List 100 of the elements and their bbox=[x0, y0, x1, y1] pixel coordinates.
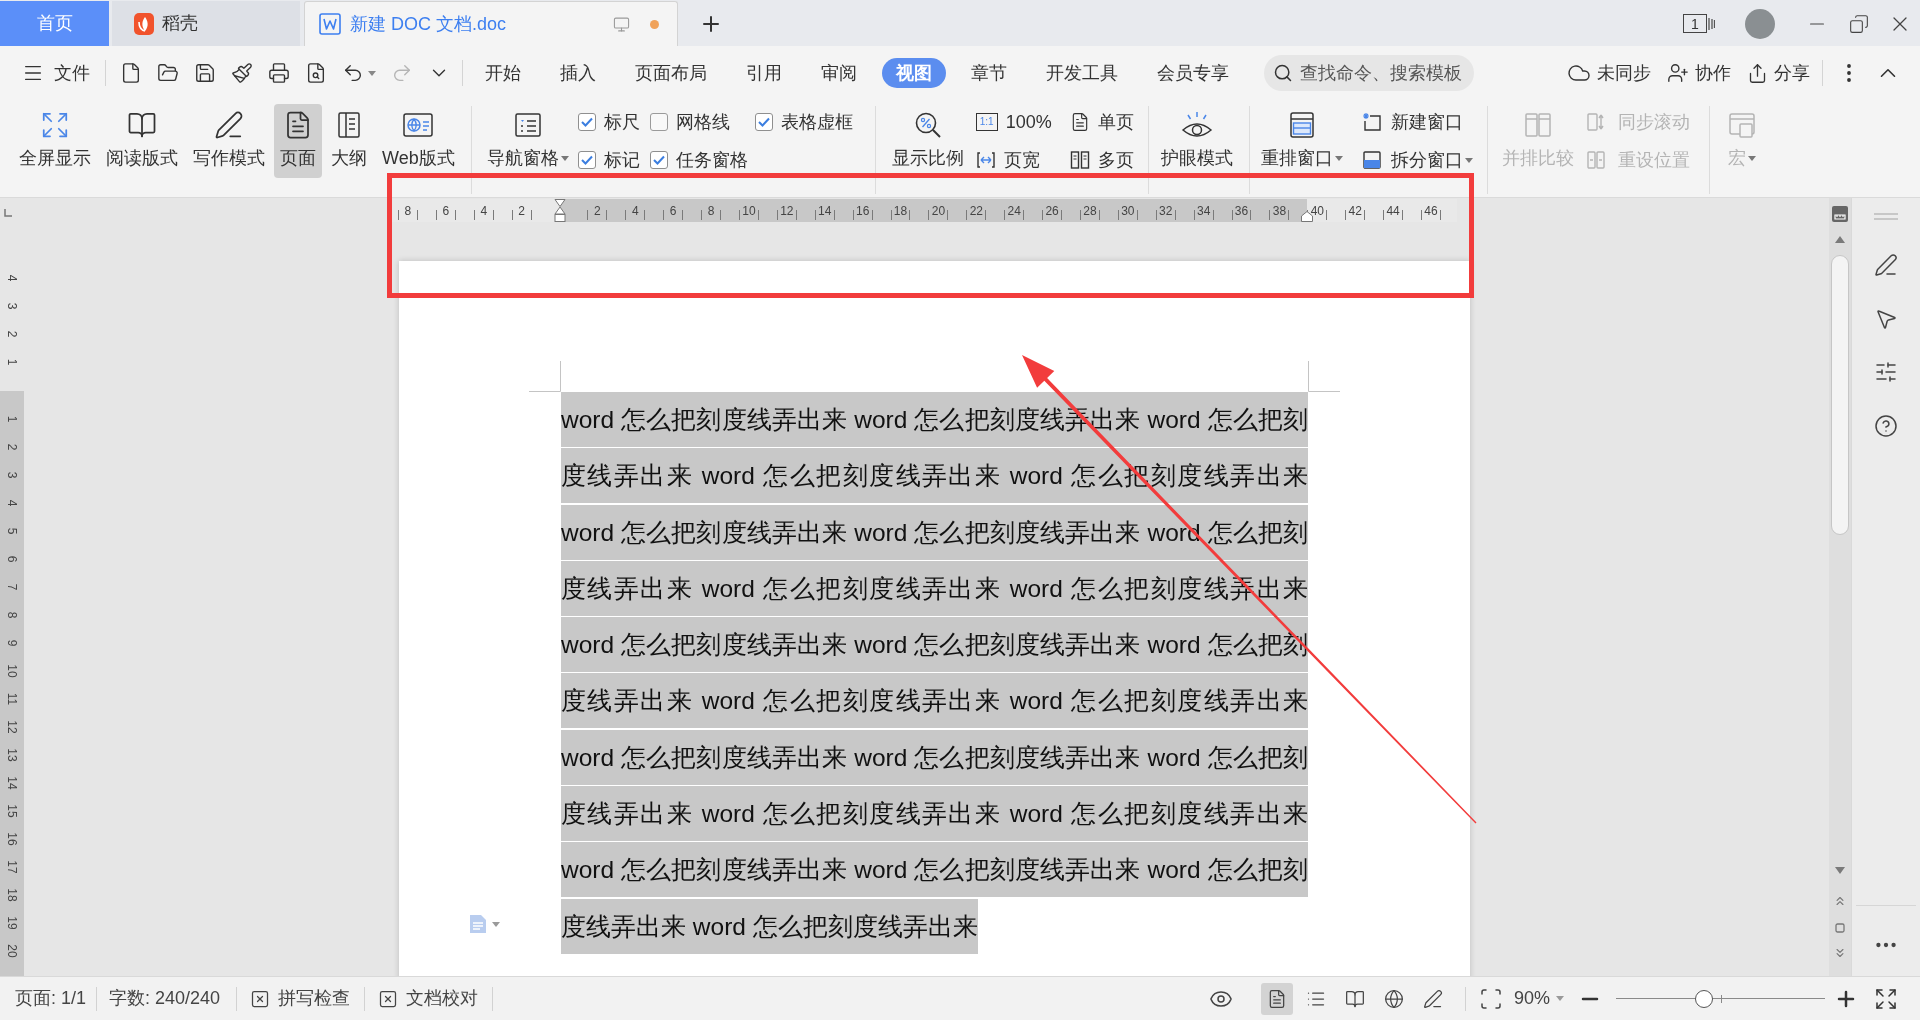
square-icon[interactable] bbox=[1835, 923, 1845, 933]
ruler-number: 8 bbox=[5, 611, 19, 619]
pen-icon[interactable] bbox=[1874, 253, 1898, 277]
caret-icon bbox=[1464, 157, 1473, 163]
folder-icon[interactable] bbox=[157, 62, 179, 84]
checkbox[interactable] bbox=[649, 113, 668, 131]
user-avatar[interactable] bbox=[1745, 8, 1775, 39]
scroll-up-icon[interactable] bbox=[1835, 236, 1845, 243]
ribbon-tab[interactable]: 引用 bbox=[732, 58, 796, 88]
outline-view-button[interactable]: 大纲 bbox=[325, 104, 373, 178]
x-box-icon bbox=[378, 988, 399, 1009]
collaborate-button[interactable]: 协作 bbox=[1667, 59, 1731, 87]
ruler-marker-icon[interactable] bbox=[1301, 211, 1313, 222]
checkbox[interactable] bbox=[577, 151, 596, 169]
multi-page-button[interactable]: 多页 bbox=[1069, 144, 1134, 176]
ruler-number: 2 bbox=[5, 330, 19, 338]
ribbon-tab[interactable]: 页面布局 bbox=[621, 58, 721, 88]
slider-thumb[interactable] bbox=[1694, 989, 1713, 1008]
checkbox[interactable] bbox=[649, 151, 668, 169]
checkbox[interactable] bbox=[754, 113, 773, 131]
hourglass-marker-icon[interactable] bbox=[553, 199, 566, 222]
document-icon bbox=[469, 914, 487, 934]
spell-check-button[interactable]: 拼写检查 bbox=[250, 985, 351, 1012]
crop-mark-icon bbox=[529, 361, 561, 392]
ruler-number: 4 bbox=[5, 274, 19, 282]
ruler-number: 2 bbox=[518, 203, 525, 218]
ribbon-tab[interactable]: 开发工具 bbox=[1032, 58, 1132, 88]
double-chevron-up-icon[interactable] bbox=[1833, 894, 1847, 908]
ruler-number: 5 bbox=[5, 527, 19, 535]
ratio-badge: 1:1 bbox=[975, 113, 998, 131]
checkbox-label[interactable]: 表格虚框 bbox=[780, 112, 853, 132]
sync-button[interactable]: 未同步 bbox=[1567, 59, 1651, 87]
page-magnifier-icon[interactable] bbox=[305, 62, 327, 84]
reading-layout-button[interactable]: 阅读版式 bbox=[100, 104, 184, 178]
ribbon-tab[interactable]: 开始 bbox=[471, 58, 535, 88]
restore-icon[interactable] bbox=[1849, 13, 1869, 34]
ribbon-tab[interactable]: 插入 bbox=[546, 58, 610, 88]
expand-arrows-icon[interactable] bbox=[1874, 986, 1898, 1011]
navigation-pane-button[interactable]: 导航窗格 bbox=[480, 104, 575, 178]
new-window-button[interactable]: 新建窗口 bbox=[1361, 106, 1473, 138]
ruler-number: 28 bbox=[1083, 203, 1097, 218]
checkbox[interactable] bbox=[577, 113, 596, 131]
double-chevron-down-icon[interactable] bbox=[1833, 946, 1847, 960]
undo-icon[interactable] bbox=[342, 62, 364, 84]
eye-protection-button[interactable]: 护眼模式 bbox=[1154, 104, 1239, 178]
checkbox-label[interactable]: 网格线 bbox=[675, 112, 730, 132]
save-icon[interactable] bbox=[194, 62, 216, 84]
document-logo-icon bbox=[319, 13, 341, 35]
ribbon-tab[interactable]: 会员专享 bbox=[1143, 58, 1243, 88]
ruler-number: 14 bbox=[818, 203, 832, 218]
caret-icon bbox=[560, 155, 569, 161]
document-tab[interactable]: 新建 DOC 文档.doc bbox=[304, 1, 678, 46]
single-page-button[interactable]: 单页 bbox=[1069, 106, 1134, 138]
caret-icon bbox=[1556, 996, 1564, 1001]
ruler-number: 6 bbox=[669, 203, 677, 218]
checkbox-label[interactable]: 任务窗格 bbox=[675, 150, 748, 170]
fullscreen-button[interactable]: 全屏显示 bbox=[13, 104, 97, 178]
zoom-ratio-button[interactable]: 显示比例 bbox=[885, 104, 970, 178]
checkmark-icon bbox=[757, 117, 770, 127]
zoom-level-dropdown[interactable]: 90% bbox=[1513, 985, 1564, 1012]
share-button[interactable]: 分享 bbox=[1747, 59, 1810, 87]
help-icon[interactable] bbox=[1874, 414, 1898, 438]
web-layout-button[interactable]: Web版式 bbox=[376, 104, 461, 178]
drag-handle-icon[interactable] bbox=[1874, 213, 1898, 220]
sliders-icon[interactable] bbox=[1874, 360, 1898, 384]
ruler-number: 8 bbox=[404, 203, 412, 218]
cursor-icon[interactable] bbox=[1874, 307, 1898, 331]
proofread-button[interactable]: 文档校对 bbox=[378, 985, 479, 1012]
ruler-number: 13 bbox=[5, 748, 19, 762]
scrollbar-thumb[interactable] bbox=[1831, 255, 1849, 535]
vertical-ruler[interactable]: 1 2 3 4 5 6 7 8 9 10 11 12 13 14 15 16 17 18 19 20 bbox=[0, 391, 24, 976]
page-view-button[interactable] bbox=[1260, 982, 1293, 1015]
checkbox-label[interactable]: 标记 bbox=[603, 150, 640, 170]
ribbon-tab[interactable]: 审阅 bbox=[807, 58, 871, 88]
ruler-number: 4 bbox=[631, 203, 639, 218]
window-switcher-button[interactable]: 1 bbox=[1683, 8, 1717, 39]
pen-icon bbox=[214, 110, 244, 140]
search-field[interactable]: 查找命令、搜索模板 bbox=[1264, 55, 1474, 91]
actual-size-button[interactable]: 1:1 100% bbox=[975, 106, 1070, 138]
arrange-windows-button[interactable]: 重排窗口 bbox=[1255, 104, 1348, 178]
list-panel-icon bbox=[512, 110, 543, 140]
blank-page-icon[interactable] bbox=[120, 62, 142, 84]
vertical-bars-icon bbox=[1707, 15, 1715, 32]
printer-icon[interactable] bbox=[268, 62, 290, 84]
corner-brackets-icon[interactable] bbox=[1478, 986, 1503, 1011]
file-menu-button[interactable]: 文件 bbox=[22, 59, 90, 87]
split-window-button[interactable]: 拆分窗口 bbox=[1361, 144, 1473, 176]
checkmark-icon bbox=[580, 155, 593, 165]
paragraph-menu-button[interactable] bbox=[469, 914, 500, 934]
ruler-icon[interactable] bbox=[1832, 206, 1848, 222]
ruler-number: 4 bbox=[5, 499, 19, 507]
page-width-button[interactable]: 页宽 bbox=[975, 144, 1070, 176]
checkbox-label[interactable]: 标尺 bbox=[603, 112, 640, 132]
paintbrush-icon[interactable] bbox=[231, 62, 253, 84]
new-window-icon bbox=[1361, 112, 1382, 132]
scroll-down-icon[interactable] bbox=[1835, 867, 1845, 874]
app-tab[interactable]: 稻壳 bbox=[112, 1, 300, 46]
page-view-button[interactable]: 页面 bbox=[274, 104, 322, 178]
writing-mode-button[interactable]: 写作模式 bbox=[187, 104, 271, 178]
ribbon-tab[interactable]: 章节 bbox=[957, 58, 1021, 88]
